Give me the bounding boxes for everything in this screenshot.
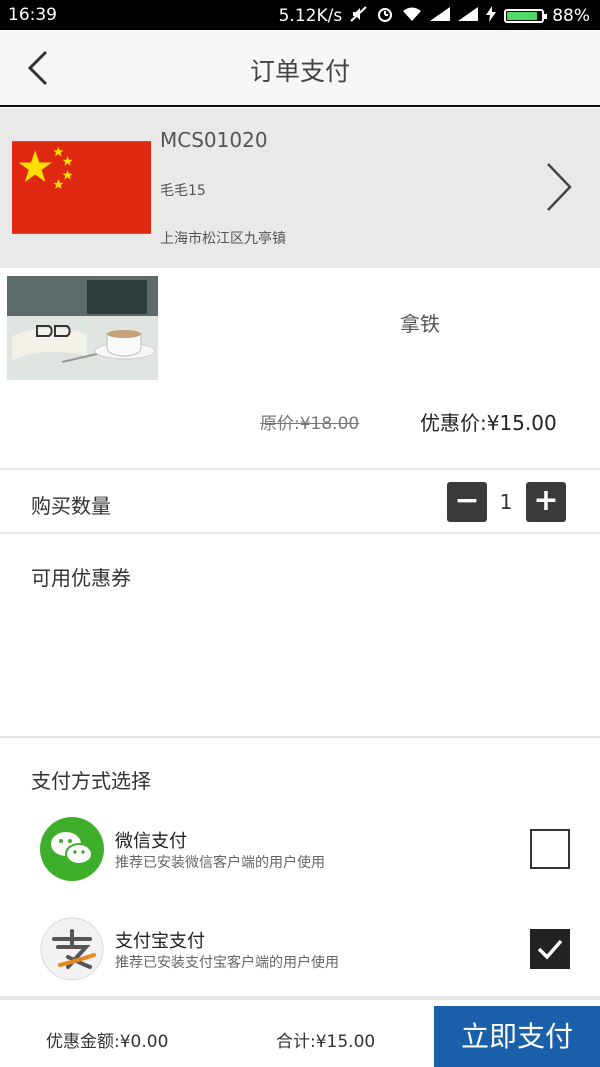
address-card[interactable]: MCS01020 毛毛15 上海市松江区九亭镇 [0, 108, 600, 268]
coupon-label: 可用优惠券 [31, 566, 131, 590]
bottom-bar: 优惠金额:¥0.00 合计:¥15.00 立即支付 [0, 1004, 600, 1067]
status-time: 16:39 [8, 5, 57, 25]
status-right: 5.12K/s 88% [279, 5, 590, 27]
product-image [7, 276, 158, 380]
wechat-checkbox[interactable] [530, 829, 570, 869]
store-code: MCS01020 [160, 128, 268, 152]
payment-method-label: 支付方式选择 [31, 769, 151, 793]
checkmark-icon [537, 939, 563, 960]
product-section: 拿铁 原价:¥18.00 优惠价:¥15.00 [0, 268, 600, 470]
payment-method-section: 支付方式选择 微信支付 推荐已安装微信客户端的用户使用 支付宝支付 推荐已安装支… [0, 740, 600, 1000]
total-amount: 合计:¥15.00 [276, 1032, 376, 1052]
quantity-value: 1 [499, 490, 513, 514]
mute-icon [350, 6, 368, 26]
page-title: 订单支付 [249, 57, 350, 86]
quantity-increase-button[interactable]: + [526, 482, 566, 522]
wechat-icon [40, 817, 104, 881]
signal-icon [430, 7, 451, 25]
payment-title: 支付宝支付 [115, 931, 205, 952]
charging-icon [486, 6, 497, 26]
discount-price: 优惠价:¥15.00 [420, 411, 557, 435]
coupon-section[interactable]: 可用优惠券 [0, 536, 600, 738]
wifi-icon [402, 6, 422, 26]
address-text: 上海市松江区九亭镇 [160, 231, 286, 247]
header: 订单支付 [0, 30, 600, 107]
pay-now-button[interactable]: 立即支付 [434, 1006, 600, 1067]
quantity-decrease-button[interactable]: − [447, 482, 487, 522]
payment-desc: 推荐已安装微信客户端的用户使用 [115, 855, 325, 871]
quantity-row: 购买数量 − 1 + [0, 472, 600, 534]
battery-icon [504, 9, 548, 23]
payment-option-alipay[interactable]: 支付宝支付 推荐已安装支付宝客户端的用户使用 [0, 915, 600, 995]
status-bar: 16:39 5.12K/s 88% [0, 0, 600, 30]
alipay-icon [40, 917, 104, 981]
payment-desc: 推荐已安装支付宝客户端的用户使用 [115, 955, 339, 971]
product-name: 拿铁 [400, 312, 440, 336]
discount-amount: 优惠金额:¥0.00 [46, 1032, 169, 1052]
china-flag-icon [12, 141, 151, 234]
signal-icon [458, 7, 479, 25]
alipay-checkbox[interactable] [530, 929, 570, 969]
network-speed: 5.12K/s [278, 6, 343, 26]
quantity-label: 购买数量 [31, 494, 111, 518]
battery-percent: 88% [552, 6, 590, 26]
recipient-name: 毛毛15 [160, 183, 206, 199]
payment-title: 微信支付 [115, 831, 187, 852]
original-price: 原价:¥18.00 [260, 414, 360, 434]
alarm-icon [376, 5, 394, 27]
chevron-right-icon[interactable] [544, 160, 574, 214]
battery-fill [507, 12, 538, 20]
payment-option-wechat[interactable]: 微信支付 推荐已安装微信客户端的用户使用 [0, 815, 600, 895]
